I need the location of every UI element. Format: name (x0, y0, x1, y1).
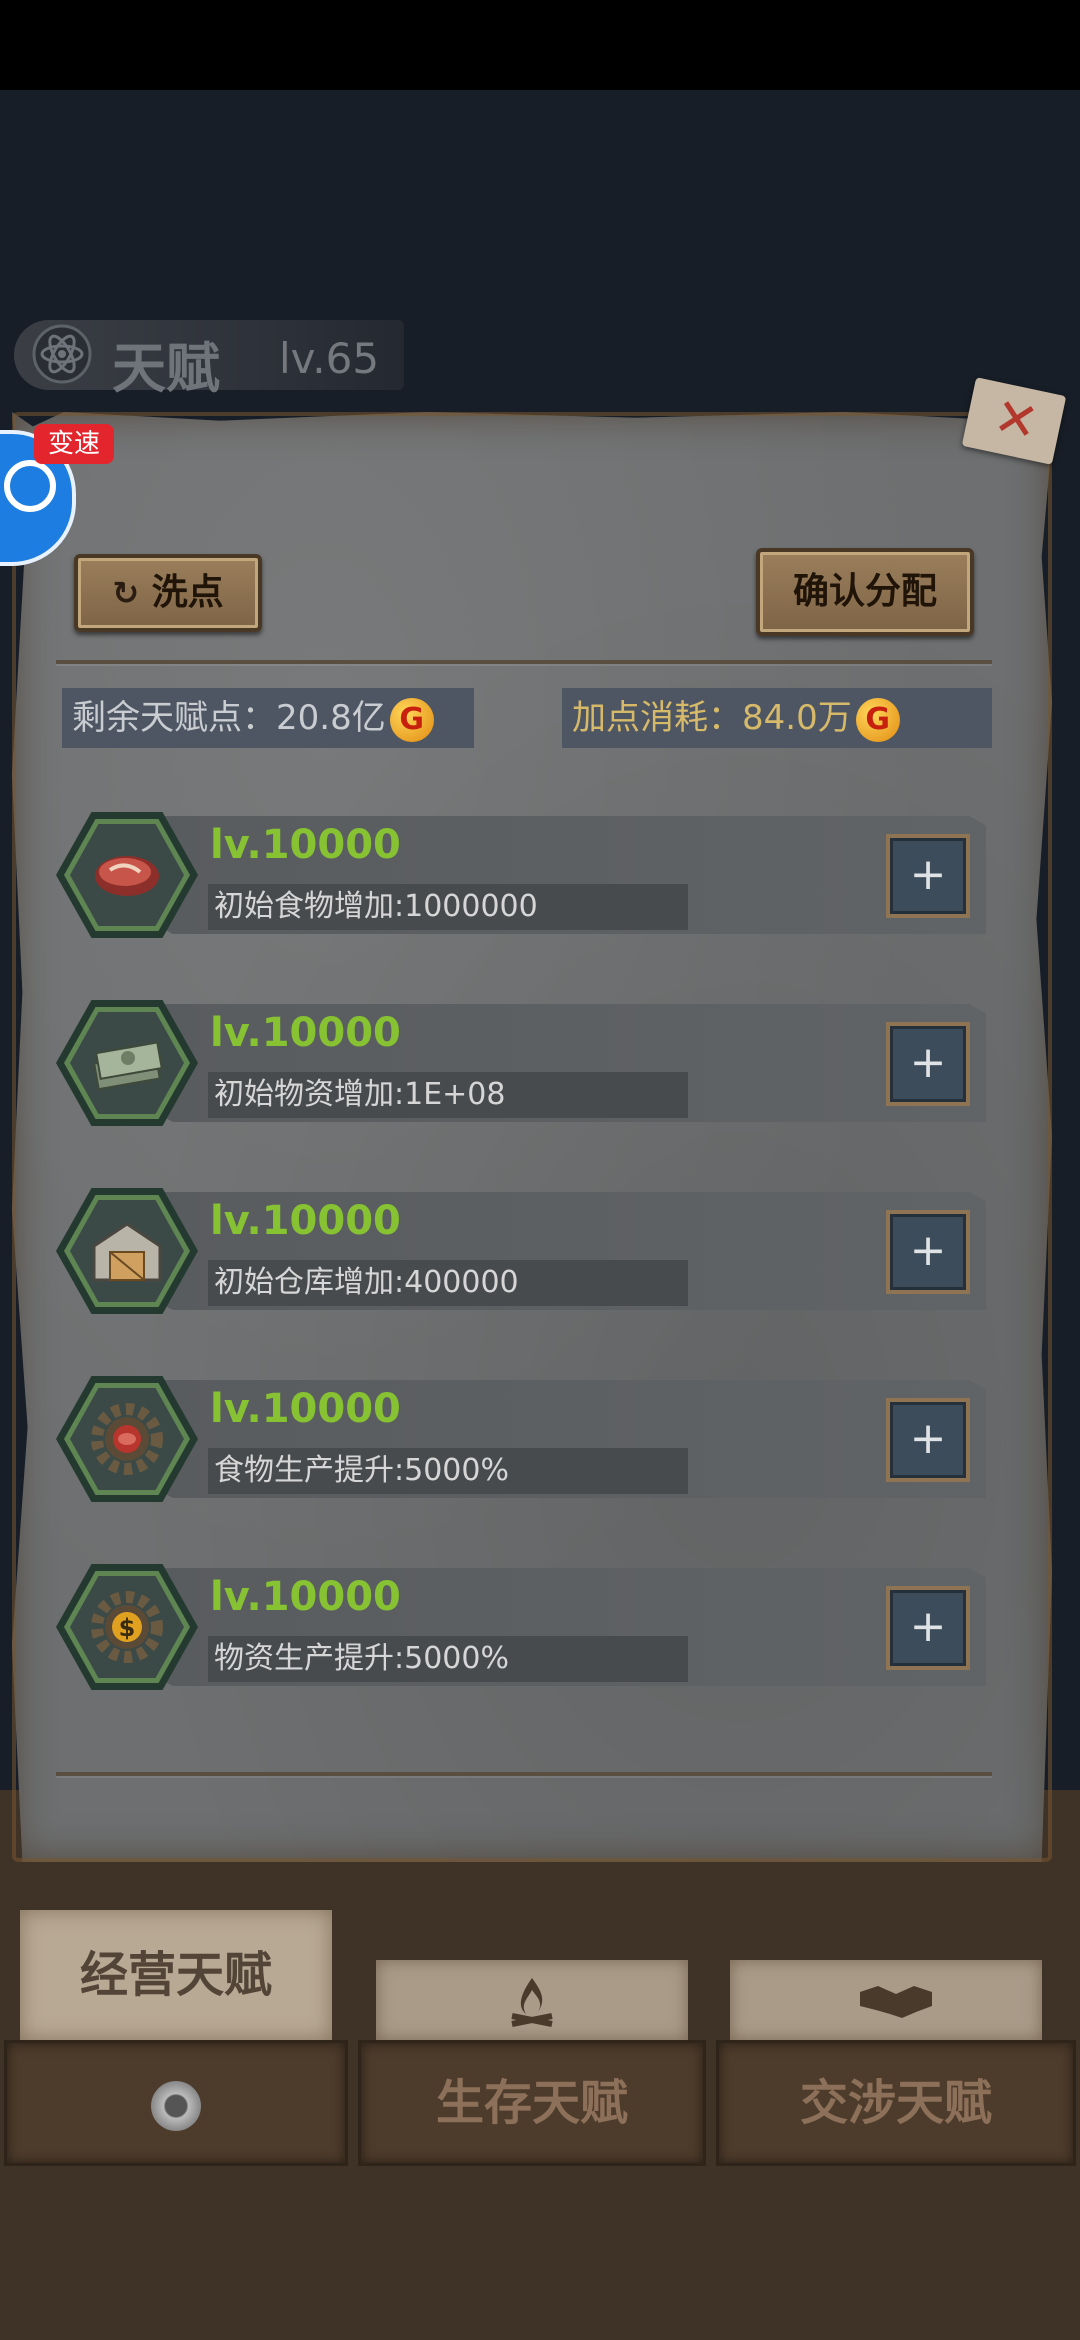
gear-dollar-icon: $ (91, 1591, 163, 1663)
tab-negotiation-talent[interactable]: 交涉天赋 (716, 2040, 1076, 2166)
tab-negotiation-flag[interactable] (730, 1960, 1042, 2040)
add-point-button[interactable]: + (886, 834, 970, 918)
talent-row-warehouse: lv.10000 初始仓库增加:400000 + (56, 1188, 986, 1314)
add-point-button[interactable]: + (886, 1398, 970, 1482)
talent-level-label: lv.10000 (210, 1198, 401, 1244)
remaining-points-label: 剩余天赋点：20.8亿 (72, 698, 386, 738)
refresh-icon: ↻ (112, 574, 140, 612)
talent-level-label: lv.10000 (210, 822, 401, 868)
talent-row-supplies: lv.10000 初始物资增加:1E+08 + (56, 1000, 986, 1126)
point-cost-label: 加点消耗： (572, 698, 742, 738)
magnifier-icon (4, 460, 56, 512)
coin-icon: G (389, 697, 434, 742)
talent-level: lv.65 (279, 334, 380, 383)
talent-row-food-production: lv.10000 食物生产提升:5000% + (56, 1376, 986, 1502)
status-bar (0, 0, 1080, 90)
indicator-knob-icon (151, 2081, 201, 2131)
tab-survival-flag[interactable] (376, 1960, 688, 2040)
talent-description: 食物生产提升:5000% (208, 1448, 688, 1494)
warehouse-icon (92, 1222, 162, 1282)
talent-description: 物资生产提升:5000% (208, 1636, 688, 1682)
coin-icon: G (855, 697, 900, 742)
gear-food-icon (91, 1403, 163, 1475)
steak-icon (95, 856, 159, 896)
talent-row-food: lv.10000 初始食物增加:1000000 + (56, 812, 986, 938)
talent-description: 初始仓库增加:400000 (208, 1260, 688, 1306)
talent-description: 初始食物增加:1000000 (208, 884, 688, 930)
tab-survival-talent[interactable]: 生存天赋 (358, 2040, 706, 2166)
divider-top (56, 660, 992, 664)
bottom-tab-bar: 生存天赋 交涉天赋 (0, 2040, 1080, 2170)
tab-business-talent[interactable]: 经营天赋 (20, 1910, 332, 2040)
talent-level-label: lv.10000 (210, 1574, 401, 1620)
talent-row-supply-production: $ lv.10000 物资生产提升:5000% + (56, 1564, 986, 1690)
talent-description: 初始物资增加:1E+08 (208, 1072, 688, 1118)
handshake-icon (860, 1986, 932, 2018)
point-cost: 加点消耗：84.0万 G (562, 688, 992, 748)
money-stack-icon (93, 1041, 163, 1091)
talent-level-label: lv.10000 (210, 1386, 401, 1432)
svg-text:$: $ (119, 1614, 136, 1642)
add-point-button[interactable]: + (886, 1022, 970, 1106)
confirm-allocation-button[interactable]: 确认分配 (756, 548, 974, 636)
page-title: 天赋 (112, 337, 220, 400)
add-point-button[interactable]: + (886, 1210, 970, 1294)
tab-business[interactable] (4, 2040, 348, 2166)
talent-header: 天赋 lv.65 (14, 320, 404, 400)
speed-badge[interactable]: 变速 (34, 424, 114, 464)
close-icon: ✕ (988, 386, 1044, 455)
reset-button[interactable]: ↻ 洗点 (74, 554, 262, 632)
divider-bottom (56, 1772, 992, 1776)
add-point-button[interactable]: + (886, 1586, 970, 1670)
remaining-points: 剩余天赋点：20.8亿 G (62, 688, 474, 748)
atom-icon (32, 324, 92, 384)
talent-level-label: lv.10000 (210, 1010, 401, 1056)
campfire-icon (511, 1978, 553, 2027)
point-cost-value: 84.0万 (742, 698, 852, 738)
reset-label: 洗点 (151, 572, 224, 613)
